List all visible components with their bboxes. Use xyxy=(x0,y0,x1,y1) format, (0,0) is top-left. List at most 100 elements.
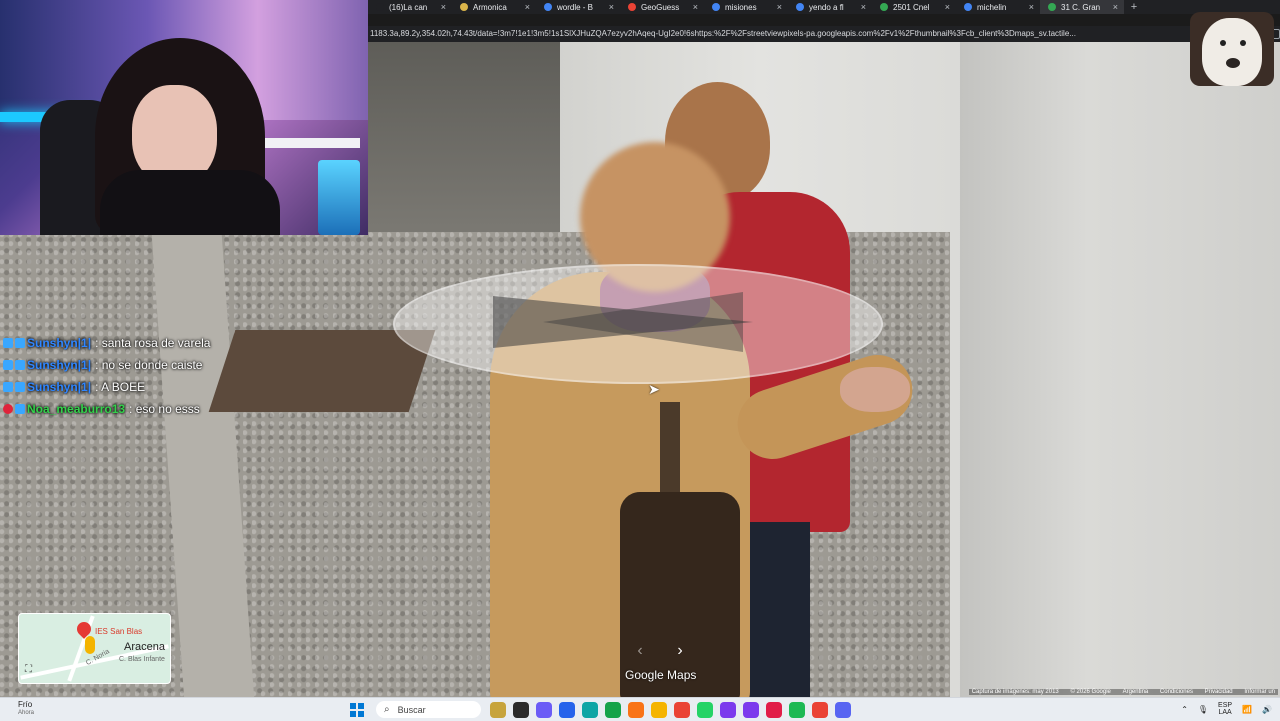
close-tab-icon[interactable]: × xyxy=(945,2,950,12)
chat-username[interactable]: Sunshyn|1| xyxy=(27,378,91,396)
tab-favicon-icon xyxy=(544,3,552,11)
subscriber-badge-icon xyxy=(3,382,13,392)
close-tab-icon[interactable]: × xyxy=(1029,2,1034,12)
expand-map-icon[interactable]: ⛶ xyxy=(25,664,32,675)
taskbar-search[interactable]: ⌕ Buscar xyxy=(376,701,481,718)
taskbar-app-icon[interactable] xyxy=(582,702,598,718)
privacy-link[interactable]: Privacidad xyxy=(1205,689,1233,695)
close-tab-icon[interactable]: × xyxy=(441,2,446,12)
chat-username[interactable]: Sunshyn|1| xyxy=(27,334,91,352)
system-tray: ⌃ 🎙 ESP LAA 📶 🔊 xyxy=(1181,702,1272,716)
windows-start-icon[interactable] xyxy=(350,703,364,717)
taskbar-app-icon[interactable] xyxy=(536,702,552,718)
chat-text: : A BOEE xyxy=(95,380,146,394)
mini-map[interactable]: IES San Blas Aracena C. Noria C. Blas In… xyxy=(18,613,171,684)
volume-icon[interactable]: 🔊 xyxy=(1262,705,1272,714)
chat-message: Noa_meaburro13 : eso no esss xyxy=(3,398,210,420)
google-maps-logo: Google Maps xyxy=(625,668,697,682)
close-tab-icon[interactable]: × xyxy=(525,2,530,12)
tab-bar: (16)La can × Armonica × wordle - B × GeoGuess ×… xyxy=(368,0,1280,14)
tab-favicon-icon xyxy=(1048,3,1056,11)
taskbar-app-icon[interactable] xyxy=(513,702,529,718)
browser-tab[interactable]: misiones × xyxy=(704,0,788,14)
pedestrian-hand xyxy=(840,367,910,412)
browser-tab[interactable]: 2501 Cnel × xyxy=(872,0,956,14)
taskbar-app-icon[interactable] xyxy=(490,702,506,718)
close-tab-icon[interactable]: × xyxy=(777,2,782,12)
browser-tab[interactable]: Armonica × xyxy=(452,0,536,14)
map-label-town: Aracena xyxy=(124,641,165,653)
planter xyxy=(208,330,436,412)
close-tab-icon[interactable]: × xyxy=(1113,2,1118,12)
browser-tab[interactable]: (16)La can × xyxy=(368,0,452,14)
tab-title: (16)La can xyxy=(389,2,428,12)
tab-favicon-icon xyxy=(460,3,468,11)
taskbar-app-icon[interactable] xyxy=(766,702,782,718)
webcam-streamer-body xyxy=(100,170,280,235)
taskbar: Frío Ahora ⌕ Buscar ⌃ 🎙 ESP LAA 📶 🔊 xyxy=(0,697,1280,721)
taskbar-app-icon[interactable] xyxy=(697,702,713,718)
browser-tab[interactable]: wordle - B × xyxy=(536,0,620,14)
chat-username[interactable]: Noa_meaburro13 xyxy=(27,400,125,418)
close-tab-icon[interactable]: × xyxy=(609,2,614,12)
capture-date: Captura de imágenes: may 2013 xyxy=(971,689,1059,695)
chat-text: : eso no esss xyxy=(129,402,200,416)
subscriber-badge-icon xyxy=(3,360,13,370)
subscriber-badge-icon xyxy=(15,382,25,392)
search-icon: ⌕ xyxy=(384,704,390,715)
chat-text: : santa rosa de varela xyxy=(95,336,211,350)
weather-widget[interactable]: Frío Ahora xyxy=(18,701,34,717)
dog-face xyxy=(1202,18,1262,86)
taskbar-apps xyxy=(490,702,851,718)
attribution-bar: Captura de imágenes: may 2013 © 2026 Goo… xyxy=(968,689,1278,695)
taskbar-app-icon[interactable] xyxy=(559,702,575,718)
taskbar-app-icon[interactable] xyxy=(789,702,805,718)
tab-favicon-icon xyxy=(796,3,804,11)
taskbar-app-icon[interactable] xyxy=(628,702,644,718)
taskbar-app-icon[interactable] xyxy=(674,702,690,718)
taskbar-app-icon[interactable] xyxy=(835,702,851,718)
dog-eye-right xyxy=(1240,40,1246,46)
terms-link[interactable]: Condiciones xyxy=(1160,689,1193,695)
microphone-icon[interactable]: 🎙 xyxy=(1198,705,1208,714)
tab-title: 31 C. Gran xyxy=(1061,2,1101,12)
handbag xyxy=(620,492,740,697)
arrow-forward-shape xyxy=(493,296,753,348)
tab-title: GeoGuess xyxy=(641,2,680,12)
browser-tab[interactable]: yendo a fl × xyxy=(788,0,872,14)
report-link[interactable]: Informar un xyxy=(1244,689,1275,695)
chat-username[interactable]: Sunshyn|1| xyxy=(27,356,91,374)
taskbar-app-icon[interactable] xyxy=(720,702,736,718)
tab-favicon-icon xyxy=(712,3,720,11)
subscriber-badge-icon xyxy=(15,360,25,370)
language-code: ESP xyxy=(1218,702,1233,709)
taskbar-app-icon[interactable] xyxy=(651,702,667,718)
browser-tab[interactable]: michelin × xyxy=(956,0,1040,14)
taskbar-app-icon[interactable] xyxy=(812,702,828,718)
dog-eye-left xyxy=(1220,40,1226,46)
taskbar-app-icon[interactable] xyxy=(743,702,759,718)
country-link[interactable]: Argentina xyxy=(1123,689,1149,695)
dog-avatar xyxy=(1190,12,1274,86)
previous-image-button[interactable]: ‹ xyxy=(630,641,650,661)
close-tab-icon[interactable]: × xyxy=(861,2,866,12)
address-bar[interactable]: 1183.3a,89.2y,354.02h,74.43t/data=!3m7!1… xyxy=(368,26,1280,42)
next-image-button[interactable]: › xyxy=(670,641,690,661)
browser-tab[interactable]: 31 C. Gran × xyxy=(1040,0,1124,14)
weather-sub: Ahora xyxy=(18,710,35,716)
chevron-up-icon[interactable]: ⌃ xyxy=(1181,705,1188,714)
heart-badge-icon xyxy=(3,404,13,414)
street-view-move-arrow[interactable] xyxy=(393,264,883,384)
chat-message: Sunshyn|1| : santa rosa de varela xyxy=(3,332,210,354)
pegman-icon[interactable] xyxy=(85,636,95,654)
map-label-street: C. Blas Infante xyxy=(119,656,165,663)
wifi-icon[interactable]: 📶 xyxy=(1242,705,1252,714)
url-text[interactable]: 1183.3a,89.2y,354.02h,74.43t/data=!3m7!1… xyxy=(368,29,1076,38)
browser-tab[interactable]: GeoGuess × xyxy=(620,0,704,14)
new-tab-button[interactable]: + xyxy=(1124,1,1144,13)
stream-chat: Sunshyn|1|: santa rosa de varela Sunshyn|… xyxy=(3,332,210,420)
tab-favicon-icon xyxy=(376,3,384,11)
taskbar-app-icon[interactable] xyxy=(605,702,621,718)
close-tab-icon[interactable]: × xyxy=(693,2,698,12)
language-indicator[interactable]: ESP LAA xyxy=(1218,702,1232,716)
